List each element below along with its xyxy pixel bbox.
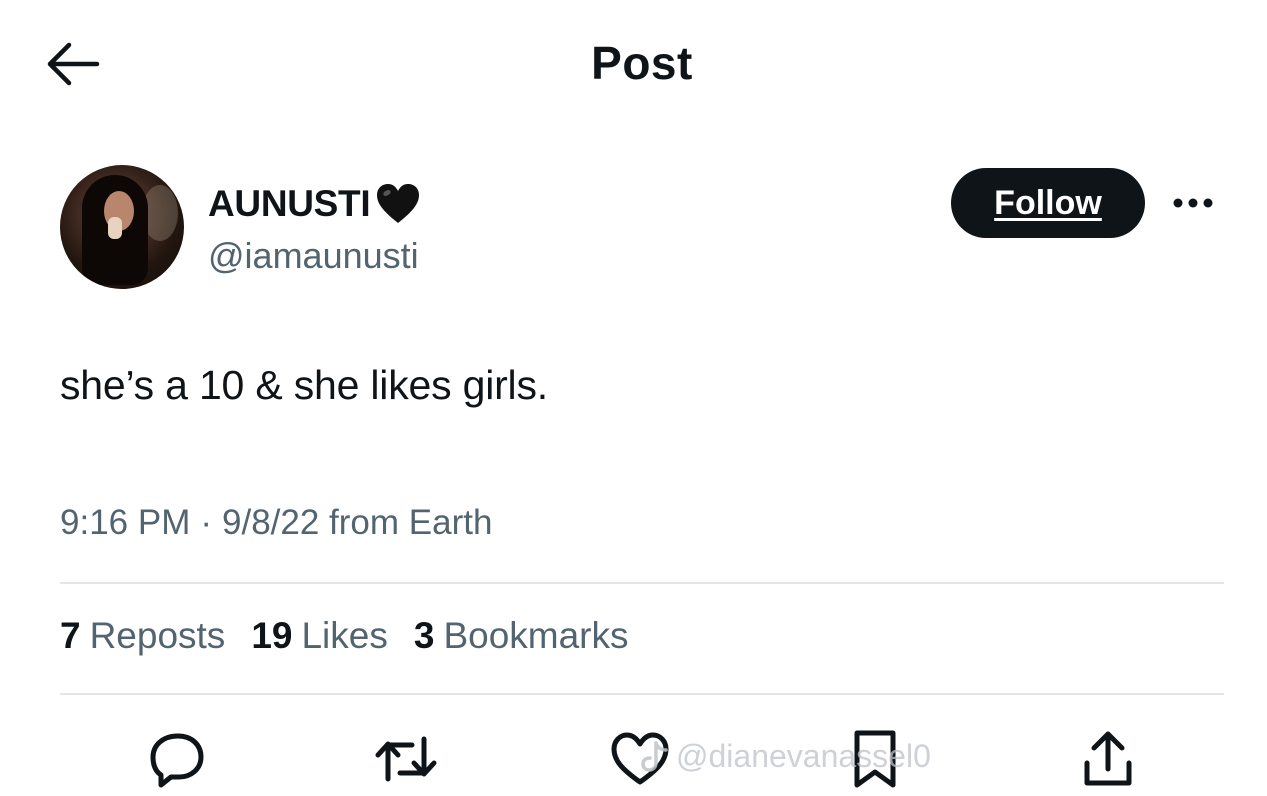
avatar[interactable] [60,165,184,289]
reposts-label: Reposts [89,615,226,656]
likes-stat[interactable]: 19 Likes [251,615,388,657]
post-meta: 9:16 PM · 9/8/22 from Earth [60,503,492,543]
repost-arrows-icon [375,736,437,782]
share-upload-icon [1084,731,1132,786]
post-stats: 7 Reposts 19 Likes 3 Bookmarks [60,615,629,657]
display-name[interactable]: AUNUSTI [208,181,422,227]
user-handle[interactable]: @iamaunusti [208,235,419,277]
watermark-text: @dianevanassel0 [676,738,931,774]
bookmarks-stat[interactable]: 3 Bookmarks [414,615,629,657]
share-button[interactable] [1073,724,1143,794]
bookmarks-label: Bookmarks [443,615,629,656]
post-date-source[interactable]: 9/8/22 from Earth [222,503,492,543]
reply-button[interactable] [143,724,213,794]
reposts-count: 7 [60,615,81,656]
post-page: Post AUNUSTI @iamaunusti Follow she’s a [0,0,1267,796]
reply-bubble-icon [150,733,204,788]
top-bar: Post [0,0,1267,130]
avatar-hand [108,217,122,239]
author-row: AUNUSTI @iamaunusti Follow [60,165,1225,290]
watermark: @dianevanassel0 [640,738,931,775]
divider [60,693,1224,695]
post-time[interactable]: 9:16 PM [60,503,190,543]
post-text: she’s a 10 & she likes girls. [60,362,548,408]
divider [60,582,1224,584]
meta-separator: · [200,503,213,542]
more-dots-icon [1173,198,1213,208]
action-bar [0,724,1267,796]
more-options-button[interactable] [1168,185,1218,221]
tiktok-logo-icon [641,740,668,772]
bookmarks-count: 3 [413,615,435,656]
likes-label: Likes [301,615,388,656]
black-heart-icon [377,184,420,223]
page-title: Post [591,37,693,89]
repost-button[interactable] [371,724,441,794]
display-name-text: AUNUSTI [208,183,371,224]
reposts-stat[interactable]: 7 Reposts [60,615,225,657]
follow-button[interactable]: Follow [951,168,1145,238]
likes-count: 19 [251,615,293,656]
